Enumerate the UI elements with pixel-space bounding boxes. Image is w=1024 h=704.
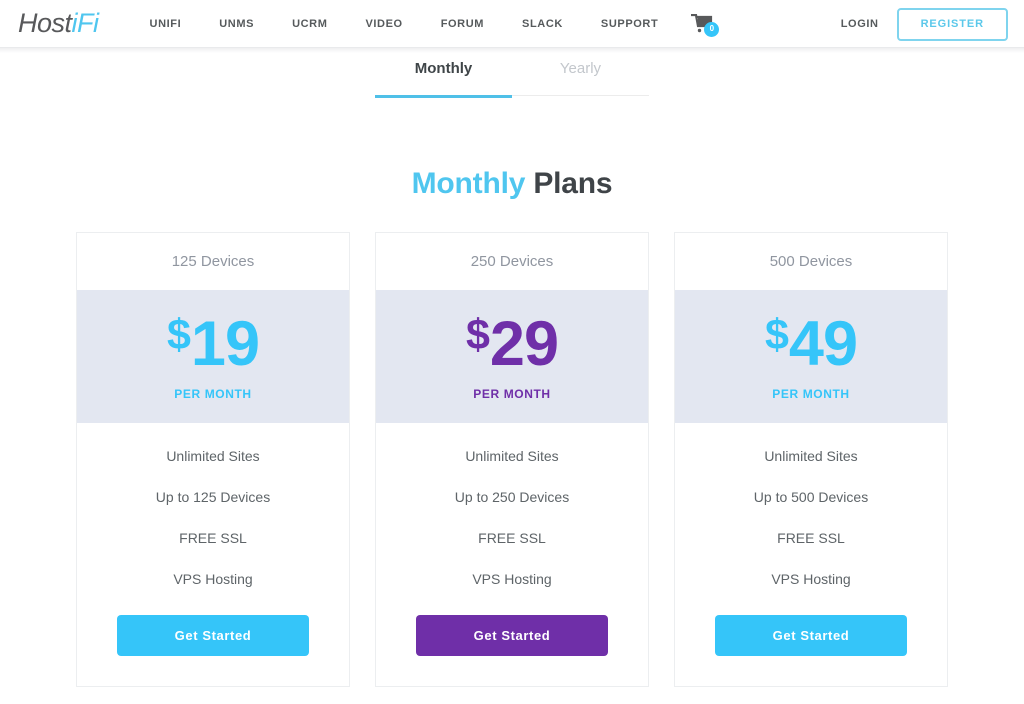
tab-yearly[interactable]: Yearly [512, 60, 649, 96]
feature-item: Up to 125 Devices [156, 490, 270, 504]
price-panel: $19 PER MONTH [77, 290, 349, 423]
get-started-button[interactable]: Get Started [416, 615, 608, 656]
nav-item-ucrm[interactable]: UCRM [273, 18, 346, 30]
nav-item-forum[interactable]: FORUM [422, 18, 503, 30]
currency-symbol: $ [167, 313, 190, 358]
feature-item: FREE SSL [777, 531, 845, 545]
logo-text-host: Host [18, 8, 72, 38]
feature-item: Unlimited Sites [764, 449, 857, 463]
feature-item: Unlimited Sites [465, 449, 558, 463]
price-value: 49 [789, 313, 857, 376]
price-value: 29 [490, 313, 558, 376]
currency-symbol: $ [466, 313, 489, 358]
feature-list: Unlimited Sites Up to 500 Devices FREE S… [675, 423, 947, 686]
feature-list: Unlimited Sites Up to 125 Devices FREE S… [77, 423, 349, 686]
card-header-label: 250 Devices [376, 233, 648, 290]
header-actions: LOGIN REGISTER [841, 0, 1008, 48]
price-panel: $29 PER MONTH [376, 290, 648, 423]
card-header-label: 125 Devices [77, 233, 349, 290]
price-amount: $19 [167, 313, 259, 376]
nav-item-slack[interactable]: SLACK [503, 18, 582, 30]
price-value: 19 [191, 313, 259, 376]
feature-item: FREE SSL [179, 531, 247, 545]
feature-item: VPS Hosting [472, 572, 551, 586]
billing-period-tabs: Monthly Yearly [0, 60, 1024, 98]
nav-item-unms[interactable]: UNMS [200, 18, 273, 30]
page-title-plain: Plans [525, 167, 612, 200]
feature-list: Unlimited Sites Up to 250 Devices FREE S… [376, 423, 648, 686]
price-panel: $49 PER MONTH [675, 290, 947, 423]
card-header-label: 500 Devices [675, 233, 947, 290]
site-header: HostiFi UNIFI UNMS UCRM VIDEO FORUM SLAC… [0, 0, 1024, 48]
pricing-cards: 125 Devices $19 PER MONTH Unlimited Site… [0, 232, 1024, 687]
nav-item-support[interactable]: SUPPORT [582, 18, 677, 30]
login-link[interactable]: LOGIN [841, 18, 879, 30]
feature-item: FREE SSL [478, 531, 546, 545]
price-period: PER MONTH [473, 387, 550, 401]
price-period: PER MONTH [174, 387, 251, 401]
register-button[interactable]: REGISTER [897, 8, 1008, 41]
get-started-button[interactable]: Get Started [117, 615, 309, 656]
cart-count-badge: 0 [704, 22, 719, 37]
price-amount: $49 [765, 313, 857, 376]
nav-item-video[interactable]: VIDEO [346, 18, 421, 30]
cart-button[interactable]: 0 [691, 11, 721, 37]
price-amount: $29 [466, 313, 558, 376]
pricing-card-125: 125 Devices $19 PER MONTH Unlimited Site… [76, 232, 350, 687]
feature-item: VPS Hosting [173, 572, 252, 586]
header-shadow [0, 48, 1024, 53]
site-logo[interactable]: HostiFi [18, 10, 99, 37]
nav-item-unifi[interactable]: UNIFI [131, 18, 201, 30]
price-period: PER MONTH [772, 387, 849, 401]
page-title-accent: Monthly [412, 167, 526, 200]
pricing-card-250: 250 Devices $29 PER MONTH Unlimited Site… [375, 232, 649, 687]
get-started-button[interactable]: Get Started [715, 615, 907, 656]
main-navigation: UNIFI UNMS UCRM VIDEO FORUM SLACK SUPPOR… [131, 11, 722, 37]
pricing-card-500: 500 Devices $49 PER MONTH Unlimited Site… [674, 232, 948, 687]
page-title: Monthly Plans [0, 167, 1024, 201]
logo-text-ifi: iFi [72, 8, 99, 38]
feature-item: Unlimited Sites [166, 449, 259, 463]
feature-item: Up to 250 Devices [455, 490, 569, 504]
tab-monthly[interactable]: Monthly [375, 60, 512, 98]
currency-symbol: $ [765, 313, 788, 358]
feature-item: VPS Hosting [771, 572, 850, 586]
feature-item: Up to 500 Devices [754, 490, 868, 504]
